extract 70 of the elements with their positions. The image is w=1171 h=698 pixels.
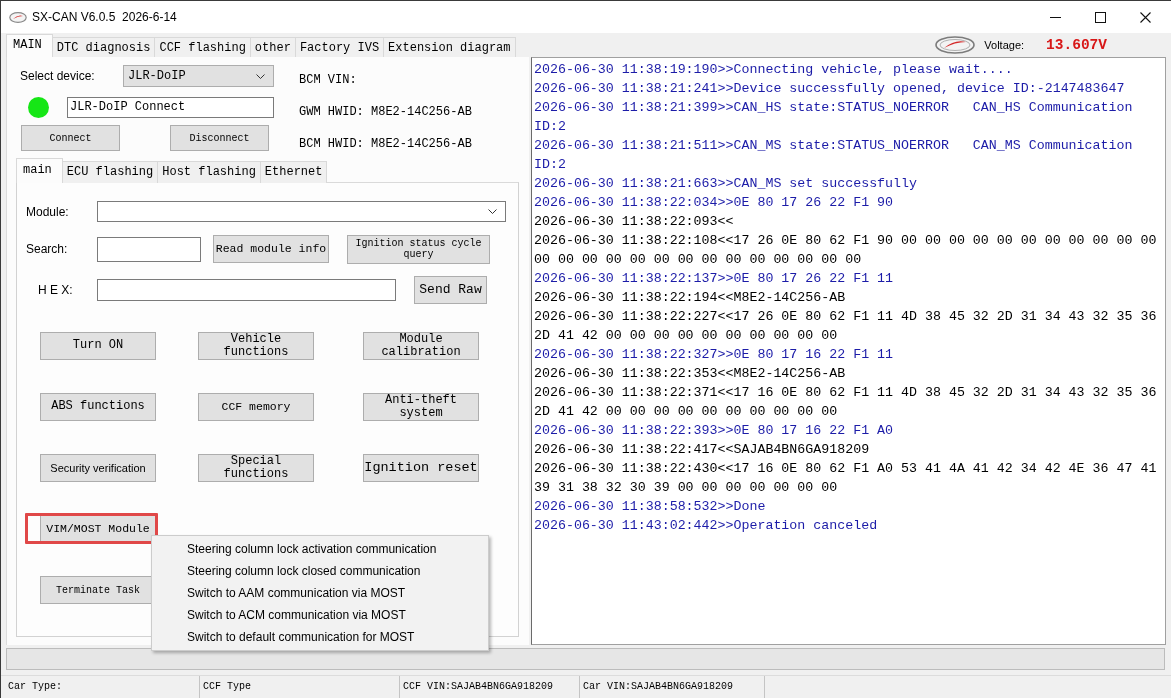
module-dropdown[interactable] — [97, 201, 506, 222]
window-title: SX-CAN V6.0.5 2026-6-14 — [32, 10, 177, 24]
status-text: CCF VIN:SAJAB4BN6GA918209 — [403, 681, 554, 692]
hex-label: H E X: — [37, 283, 74, 297]
vehicle-info-text: GWM HWID: M8E2-14C256-AB — [299, 105, 472, 119]
chevron-down-icon — [256, 73, 265, 79]
close-icon — [1140, 11, 1151, 23]
status-text: Car Type: — [8, 681, 62, 692]
voltage-value: 13.607V — [1046, 37, 1107, 53]
log-entry: 2026-06-30 11:38:22:108<<17 26 0E 80 62 F1 90 00 00 00 00 00 00 00 00 00 00 00 00 00 00 00 00 00 00 00 00 00 00 00 00 00 — [534, 232, 1158, 269]
maximize-icon — [1095, 11, 1106, 23]
connection-button[interactable]: Disconnect — [170, 125, 269, 151]
chevron-down-icon — [488, 209, 497, 214]
search-field[interactable] — [97, 236, 201, 262]
log-entry: 2026-06-30 11:38:21:511>>CAN_MS state:STATUS_NOERROR CAN_MS Communication ID:2 — [534, 137, 1134, 174]
device-label: Select device: — [20, 69, 96, 83]
log-entry: 2026-06-30 11:38:22:371<<17 16 0E 80 62 F1 11 4D 38 45 32 2D 31 34 43 32 35 36 2D 41 42 00 00 00 00 00 00 00 00 00 00 — [534, 384, 1158, 421]
log-entry: 2026-06-30 11:38:22:034>>0E 80 17 26 22 F1 90 — [534, 194, 895, 212]
tab[interactable]: Factory IVS — [294, 37, 385, 57]
sub-tab[interactable]: Ethernet — [259, 161, 328, 183]
hex-field[interactable] — [97, 279, 396, 301]
connection-button[interactable]: Connect — [21, 125, 120, 151]
sub-tab[interactable]: ECU flashing — [61, 161, 159, 183]
log-entry: 2026-06-30 11:38:22:327>>0E 80 17 16 22 F1 11 — [534, 346, 895, 364]
send-raw-button[interactable]: Send Raw — [414, 276, 487, 304]
menu-item[interactable]: Switch to ACM communication via MOST — [152, 604, 488, 626]
tab[interactable]: Extension diagram — [383, 37, 516, 57]
tab[interactable]: CCF flashing — [154, 37, 251, 57]
vehicle-info-text: BCM VIN: — [299, 73, 357, 87]
function-button[interactable]: Ignition reset — [363, 454, 479, 482]
log-entry: 2026-06-30 11:38:22:417<<SAJAB4BN6GA918209 — [534, 441, 871, 459]
tab[interactable]: DTC diagnosis — [51, 37, 156, 57]
log-entry: 2026-06-30 11:38:22:227<<17 26 0E 80 62 F1 11 4D 38 45 32 2D 31 34 43 32 35 36 2D 41 42 00 00 00 00 00 00 00 00 00 00 — [534, 308, 1158, 345]
function-button[interactable]: CCF memory — [198, 393, 314, 421]
app-logo-icon — [9, 11, 27, 23]
log-entry: 2026-06-30 11:38:22:430<<17 16 0E 80 62 F1 A0 53 41 4A 41 42 34 42 4E 36 47 41 39 31 38 32 30 39 00 00 00 00 00 00 00 — [534, 460, 1158, 497]
search-label: Search: — [26, 242, 69, 256]
voltage-label: Voltage: — [984, 39, 1025, 51]
action-button[interactable]: Ignition status cycle query — [347, 234, 490, 264]
menu-item[interactable]: Switch to default communication for MOST — [152, 626, 488, 648]
log-entry: 2026-06-30 11:38:58:532>>Done — [534, 498, 767, 516]
connection-field[interactable]: JLR-DoIP Connect — [67, 97, 274, 118]
module-label: Module: — [26, 204, 70, 219]
oval-logo-icon — [935, 36, 976, 54]
log-entry: 2026-06-30 11:38:22:093<< — [534, 213, 735, 231]
log-entry: 2026-06-30 11:38:22:194<<M8E2-14C256-AB — [534, 289, 847, 307]
function-button[interactable]: ABS functions — [40, 393, 156, 421]
status-text: CCF Type — [203, 681, 251, 692]
function-button[interactable]: Security verification — [40, 454, 156, 482]
function-button[interactable]: Turn ON — [40, 332, 156, 360]
device-dropdown[interactable]: JLR-DoIP — [123, 65, 274, 87]
minimize-icon — [1050, 16, 1061, 18]
sub-tab[interactable]: Host flashing — [157, 161, 261, 183]
log-entry: 2026-06-30 11:38:21:663>>CAN_MS set successfully — [534, 175, 918, 193]
log-entry: 2026-06-30 11:38:21:399>>CAN_HS state:STATUS_NOERROR CAN_HS Communication ID:2 — [534, 99, 1134, 136]
function-button[interactable]: Anti-theft system — [363, 393, 479, 421]
log-entry: 2026-06-30 11:43:02:442>>Operation canceled — [534, 517, 879, 535]
function-button[interactable]: Vehicle functions — [198, 332, 314, 360]
log-entry: 2026-06-30 11:38:22:137>>0E 80 17 26 22 F1 11 — [534, 270, 895, 288]
log-entry: 2026-06-30 11:38:19:190>>Connecting vehicle, please wait.... — [534, 61, 1014, 79]
action-button[interactable]: Read module info — [213, 235, 329, 263]
log-entry: 2026-06-30 11:38:22:393>>0E 80 17 16 22 F1 A0 — [534, 422, 895, 440]
log-entry: 2026-06-30 11:38:21:241>>Device successfully opened, device ID:-2147483647 — [534, 80, 1126, 98]
function-button[interactable]: Special functions — [198, 454, 314, 482]
status-text: Car VIN:SAJAB4BN6GA918209 — [583, 681, 734, 692]
function-button[interactable]: Module calibration — [363, 332, 479, 360]
log-entry: 2026-06-30 11:38:22:353<<M8E2-14C256-AB — [534, 365, 847, 383]
tab[interactable]: MAIN — [6, 34, 53, 57]
sub-tab[interactable]: main — [16, 158, 63, 183]
vehicle-info-text: BCM HWID: M8E2-14C256-AB — [299, 137, 472, 151]
